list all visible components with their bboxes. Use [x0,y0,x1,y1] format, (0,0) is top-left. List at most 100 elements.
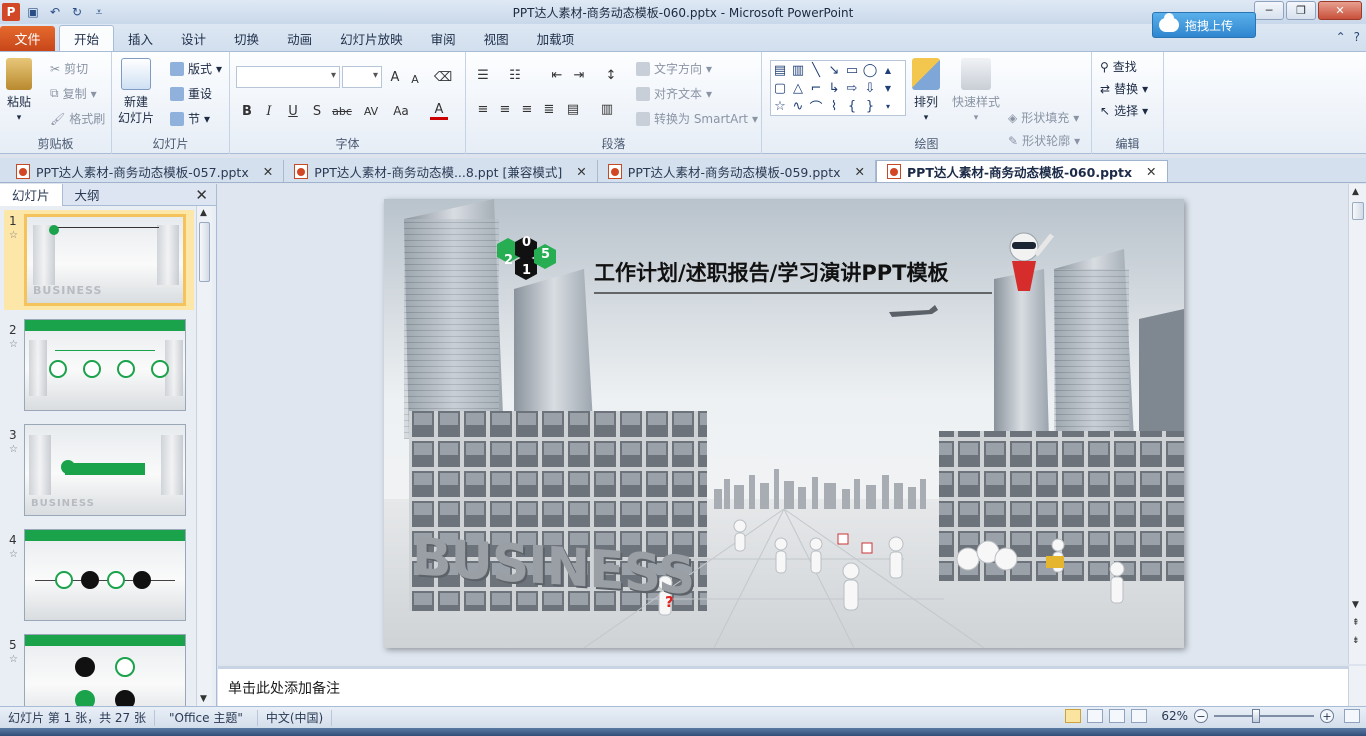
close-tab-icon[interactable]: ✕ [1146,164,1156,179]
scroll-up-arrow-icon[interactable]: ▲ [200,208,207,218]
bold-button[interactable]: B [238,102,256,120]
strikethrough-button[interactable]: abc [330,102,354,120]
collapse-ribbon-icon[interactable]: ⌃ [1336,30,1346,44]
align-left-icon[interactable]: ≡ [474,100,492,118]
scroll-down-arrow-icon[interactable]: ▼ [1352,600,1359,610]
scroll-down-icon[interactable]: ▼ [879,79,897,97]
close-button[interactable]: ✕ [1318,1,1362,20]
slide-title[interactable]: 工作计划/述职报告/学习演讲PPT模板 [594,257,948,287]
new-slide-button[interactable]: 新建 幻灯片 [118,58,154,126]
font-color-button[interactable]: A [430,102,448,120]
doc-tab-active[interactable]: PPT达人素材-商务动态模板-060.pptx ✕ [876,160,1168,182]
distribute-icon[interactable]: ▤ [564,100,582,118]
current-slide[interactable]: 2 0 1 5 工作计划/述职报告/学习演讲PPT模板 BUSINESS ? [384,199,1184,648]
underline-button[interactable]: U [284,102,302,120]
main-vertical-scrollbar[interactable]: ▲ ▼ ⇞ ⇟ [1348,184,1366,664]
reading-view-icon[interactable] [1109,709,1126,723]
thumbnail-image[interactable] [24,319,186,411]
close-tab-icon[interactable]: ✕ [855,164,865,179]
tab-design[interactable]: 设计 [167,26,220,51]
smartart-button[interactable]: 转换为 SmartArt ▾ [636,110,758,127]
grow-font-button[interactable]: A [386,68,404,86]
line-shape-icon[interactable]: ╲ [807,61,825,79]
tab-review[interactable]: 审阅 [417,26,470,51]
decrease-indent-icon[interactable]: ⇤ [548,66,566,84]
next-slide-icon[interactable]: ⇟ [1352,636,1360,646]
elbow-arrow-icon[interactable]: ↳ [825,79,843,97]
shapes-gallery[interactable]: ▤ ▥ ╲ ↘ ▭ ◯ ▲ ▢ △ ⌐ ↳ ⇨ ⇩ ▼ ☆ ∿ ⌒ ⌇ { } … [770,60,906,116]
redo-icon[interactable]: ↻ [68,3,86,21]
zoom-out-icon[interactable]: − [1194,709,1208,723]
align-right-icon[interactable]: ≡ [518,100,536,118]
minimize-button[interactable]: ─ [1254,1,1284,20]
section-button[interactable]: 节 ▾ [170,110,210,127]
replace-button[interactable]: ⇄ 替换 ▾ [1100,80,1148,97]
doc-tab[interactable]: PPT达人素材-商务动态模...8.ppt [兼容模式] ✕ [284,160,598,182]
arrange-button[interactable]: 排列 ▾ [912,58,940,126]
right-arrow-shape-icon[interactable]: ⇨ [843,79,861,97]
tab-home[interactable]: 开始 [59,25,115,51]
quick-styles-button[interactable]: 快速样式 ▾ [952,58,1000,126]
tab-transitions[interactable]: 切换 [220,26,273,51]
arrow-line-icon[interactable]: ↘ [825,61,843,79]
shape-outline-button[interactable]: ✎ 形状轮廓 ▾ [1008,132,1080,149]
maximize-button[interactable]: ❐ [1286,1,1316,20]
doc-tab[interactable]: PPT达人素材-商务动态模板-057.pptx ✕ [6,160,285,182]
align-center-icon[interactable]: ≡ [496,100,514,118]
reset-button[interactable]: 重设 [170,85,212,102]
rectangle-shape-icon[interactable]: ▭ [843,61,861,79]
down-arrow-shape-icon[interactable]: ⇩ [861,79,879,97]
layout-button[interactable]: 版式 ▾ [170,60,222,77]
scroll-up-icon[interactable]: ▲ [879,61,897,79]
customize-qat-icon[interactable]: ⩡ [90,3,108,21]
text-direction-button[interactable]: 文字方向 ▾ [636,60,712,77]
numbering-icon[interactable]: ☷ [506,66,524,84]
char-spacing-button[interactable]: AV [360,102,382,120]
bullets-icon[interactable]: ☰ [474,66,492,84]
doc-tab[interactable]: PPT达人素材-商务动态模板-059.pptx ✕ [598,160,876,182]
clear-format-icon[interactable]: ⌫ [434,68,452,86]
normal-view-icon[interactable] [1065,709,1082,723]
slide-sorter-view-icon[interactable] [1087,709,1104,723]
thumbnail-image[interactable]: BUSINESS [24,214,186,306]
star-shape-icon[interactable]: ☆ [771,97,789,115]
help-icon[interactable]: ? [1354,30,1360,44]
align-text-button[interactable]: 对齐文本 ▾ [636,85,712,102]
tab-animations[interactable]: 动画 [273,26,326,51]
right-brace-icon[interactable]: } [861,97,879,115]
slideshow-view-icon[interactable] [1131,709,1148,723]
zoom-slider-knob[interactable] [1252,709,1260,723]
cut-button[interactable]: ✂ 剪切 [50,60,88,77]
tab-insert[interactable]: 插入 [114,26,167,51]
powerpoint-logo-icon[interactable]: P [2,3,20,21]
shape-fill-button[interactable]: ◈ 形状填充 ▾ [1008,109,1079,126]
theme-name[interactable]: "Office 主题" [155,709,258,726]
justify-icon[interactable]: ≣ [540,100,558,118]
select-button[interactable]: ↖ 选择 ▾ [1100,102,1148,119]
slides-pane-scrollbar[interactable]: ▲ ▼ [196,206,212,706]
paste-button[interactable]: 粘贴 ▾ [6,58,32,126]
close-tab-icon[interactable]: ✕ [263,164,273,179]
freeform-shape-icon[interactable]: ⌇ [825,97,843,115]
font-name-combo[interactable] [236,66,340,88]
copy-button[interactable]: ⧉ 复制 ▾ [50,85,97,102]
font-size-combo[interactable] [342,66,382,88]
tab-outline[interactable]: 大纲 [63,184,112,206]
fit-to-window-icon[interactable] [1344,709,1360,723]
tab-slideshow[interactable]: 幻灯片放映 [326,26,417,51]
thumbnail-image[interactable]: BUSINESS [24,424,186,516]
previous-slide-icon[interactable]: ⇞ [1352,618,1360,628]
scrollbar-thumb[interactable] [1352,202,1364,220]
find-button[interactable]: ⚲ 查找 [1100,58,1137,75]
oval-shape-icon[interactable]: ◯ [861,61,879,79]
close-pane-icon[interactable]: ✕ [195,186,208,204]
italic-button[interactable]: I [260,102,278,120]
notes-scrollbar[interactable] [1348,666,1366,706]
triangle-shape-icon[interactable]: △ [789,79,807,97]
shrink-font-button[interactable]: A [406,70,424,88]
curve-shape-icon[interactable]: ∿ [789,97,807,115]
rounded-rect-icon[interactable]: ▢ [771,79,789,97]
left-brace-icon[interactable]: { [843,97,861,115]
textbox-icon[interactable]: ▤ [771,61,789,79]
undo-icon[interactable]: ↶ [46,3,64,21]
